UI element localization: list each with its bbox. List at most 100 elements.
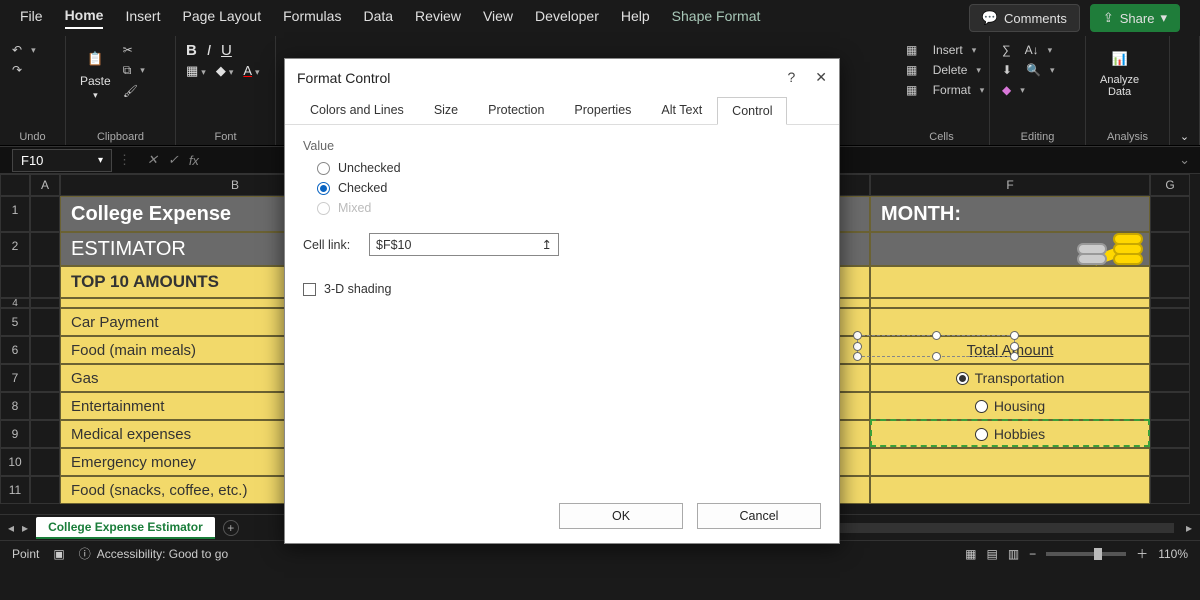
accept-formula-icon[interactable]: ✓	[168, 152, 179, 168]
dlg-tab-alt-text[interactable]: Alt Text	[646, 96, 717, 124]
group-undo-label: Undo	[10, 131, 55, 143]
formula-expand-button[interactable]: ⌄	[1169, 152, 1200, 168]
fill-button[interactable]: ⬇ 🔍	[1000, 62, 1057, 78]
fx-icon[interactable]: fx	[189, 153, 199, 168]
autosum-button[interactable]: ∑ A↓	[1000, 42, 1054, 58]
ribbon-collapse-button[interactable]: ⌄	[1180, 130, 1189, 143]
tab-home[interactable]: Home	[65, 7, 104, 29]
col-header-a[interactable]: A	[30, 174, 60, 196]
share-button[interactable]: ⇪ Share ▾	[1090, 4, 1180, 32]
row-header-4[interactable]: 4	[0, 298, 30, 308]
row-header-11[interactable]: 11	[0, 476, 30, 504]
view-page-layout-icon[interactable]: ▤	[986, 547, 997, 561]
tab-shape-format[interactable]: Shape Format	[672, 8, 761, 28]
tab-page-layout[interactable]: Page Layout	[182, 8, 261, 28]
h-scrollbar[interactable]	[814, 523, 1174, 533]
share-icon: ⇪	[1103, 10, 1114, 26]
row-header-5[interactable]: 5	[0, 308, 30, 336]
ribbon-tab-bar: File Home Insert Page Layout Formulas Da…	[0, 0, 1200, 36]
row-header-1[interactable]: 1	[0, 196, 30, 232]
col-header-g[interactable]: G	[1150, 174, 1190, 196]
font-color-button[interactable]: A	[243, 63, 259, 79]
value-group-label: Value	[303, 139, 821, 153]
dlg-tab-colors[interactable]: Colors and Lines	[295, 96, 419, 124]
view-normal-icon[interactable]: ▦	[965, 547, 976, 561]
dialog-tabs: Colors and Lines Size Protection Propert…	[285, 96, 839, 125]
close-icon[interactable]: ✕	[815, 69, 827, 86]
select-all-corner[interactable]	[0, 174, 30, 196]
name-box[interactable]: F10 ▾	[12, 149, 112, 172]
cancel-button[interactable]: Cancel	[697, 503, 821, 529]
comments-button[interactable]: 💬 Comments	[969, 4, 1080, 32]
cut-button[interactable]: ✂	[121, 42, 147, 58]
row-header-2[interactable]: 2	[0, 232, 30, 266]
name-box-value: F10	[21, 153, 43, 168]
ok-button[interactable]: OK	[559, 503, 683, 529]
row-header-10[interactable]: 10	[0, 448, 30, 476]
group-font-label: Font	[186, 131, 265, 143]
tab-file[interactable]: File	[20, 8, 43, 28]
row-header-8[interactable]: 8	[0, 392, 30, 420]
cell-link-input[interactable]: $F$10 ↥	[369, 233, 559, 256]
view-page-break-icon[interactable]: ▥	[1008, 547, 1019, 561]
tab-formulas[interactable]: Formulas	[283, 8, 341, 28]
fill-color-button[interactable]: ◆	[216, 63, 234, 79]
cells-insert-button[interactable]: ▦ Insert	[904, 42, 978, 58]
radio-checked[interactable]: Checked	[317, 181, 821, 195]
zoom-in-button[interactable]: ＋	[1136, 545, 1148, 562]
analyze-data-button[interactable]: 📊 Analyze Data	[1096, 42, 1143, 102]
cancel-formula-icon[interactable]: ✕	[147, 152, 158, 168]
row-header-6[interactable]: 6	[0, 336, 30, 364]
dlg-tab-control[interactable]: Control	[717, 97, 787, 125]
cells-delete-button[interactable]: ▦ Delete	[904, 62, 983, 78]
sheet-tab-active[interactable]: College Expense Estimator	[36, 517, 215, 539]
underline-button[interactable]: U	[221, 42, 232, 59]
help-icon[interactable]: ?	[787, 69, 795, 86]
record-macro-icon[interactable]: ▣	[53, 547, 64, 561]
clear-button[interactable]: ◆	[1000, 82, 1027, 98]
range-picker-icon[interactable]: ↥	[542, 237, 552, 252]
paste-button[interactable]: 📋 Paste ▾	[76, 42, 115, 105]
analyze-label: Analyze Data	[1100, 74, 1139, 98]
dlg-tab-protection[interactable]: Protection	[473, 96, 559, 124]
cell-link-value: $F$10	[376, 238, 411, 252]
option-transportation[interactable]: Transportation	[956, 370, 1065, 386]
cell-marquee	[870, 419, 1150, 447]
share-label: Share	[1120, 11, 1155, 26]
bold-button[interactable]: B	[186, 42, 197, 59]
tab-help[interactable]: Help	[621, 8, 650, 28]
h-scroll-right[interactable]: ▸	[1186, 521, 1192, 535]
tab-developer[interactable]: Developer	[535, 8, 599, 28]
sheet-nav-first[interactable]: ◂	[8, 521, 14, 535]
tab-view[interactable]: View	[483, 8, 513, 28]
delete-icon: ▦	[906, 63, 917, 77]
dlg-tab-size[interactable]: Size	[419, 96, 473, 124]
group-analysis-label: Analysis	[1096, 131, 1159, 143]
sheet-nav-prev[interactable]: ▸	[22, 521, 28, 535]
shading-checkbox[interactable]: 3-D shading	[303, 282, 821, 296]
format-painter-button[interactable]: 🖌	[121, 83, 147, 99]
row-header-7[interactable]: 7	[0, 364, 30, 392]
accessibility-status[interactable]: Accessibility: Good to go	[97, 547, 228, 561]
border-button[interactable]: ▦	[186, 63, 206, 79]
row-header-3-4[interactable]	[0, 266, 30, 298]
radio-unchecked[interactable]: Unchecked	[317, 161, 821, 175]
row-header-9[interactable]: 9	[0, 420, 30, 448]
tab-review[interactable]: Review	[415, 8, 461, 28]
redo-button[interactable]: ↷	[10, 62, 24, 78]
paste-label: Paste	[80, 74, 111, 88]
zoom-out-button[interactable]: −	[1029, 547, 1036, 561]
italic-button[interactable]: I	[207, 42, 211, 59]
new-sheet-button[interactable]: +	[223, 520, 239, 536]
undo-button[interactable]: ↶	[10, 42, 38, 58]
copy-button[interactable]: ⧉	[121, 62, 147, 79]
cells-format-button[interactable]: ▦ Format	[904, 82, 986, 98]
dlg-tab-properties[interactable]: Properties	[559, 96, 646, 124]
tab-data[interactable]: Data	[363, 8, 393, 28]
shape-selection[interactable]	[857, 335, 1015, 357]
zoom-value[interactable]: 110%	[1158, 547, 1188, 561]
tab-insert[interactable]: Insert	[125, 8, 160, 28]
col-header-f[interactable]: F	[870, 174, 1150, 196]
option-housing[interactable]: Housing	[975, 398, 1045, 414]
zoom-slider[interactable]	[1046, 552, 1126, 556]
